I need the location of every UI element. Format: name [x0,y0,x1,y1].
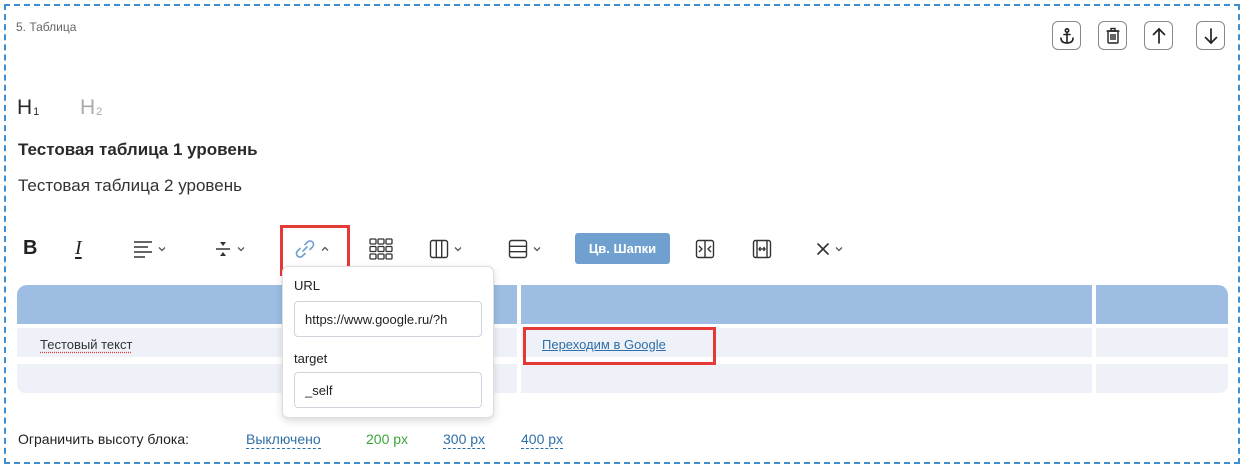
bold-button[interactable]: B [23,237,37,260]
arrow-up-icon [1152,27,1165,44]
split-cells-icon [752,239,772,259]
table-grid-button[interactable] [369,238,393,260]
chevron-down-icon [454,247,462,252]
italic-button[interactable]: I [75,237,82,260]
height-option-200[interactable]: 200 px [366,431,408,449]
block-title: 5. Таблица [16,20,77,34]
trash-icon [1106,27,1119,44]
height-option-off[interactable]: Выключено [246,431,321,449]
table-grid-icon [369,238,393,260]
vertical-align-dropdown[interactable] [214,240,246,258]
table-title-level-2[interactable]: Тестовая таблица 2 уровень [18,176,242,196]
heading-2-button[interactable]: H2 [80,96,102,120]
table-title-level-1[interactable]: Тестовая таблица 1 уровень [18,140,258,160]
delete-button[interactable] [1098,21,1127,50]
table-header-cell-2[interactable] [521,285,1092,324]
heading-2-index: 2 [96,106,103,118]
chevron-down-icon [835,247,843,252]
bold-icon: B [23,237,38,259]
google-link-highlight [523,327,716,365]
table-cell-r2c3[interactable] [1096,364,1228,393]
vertical-align-icon [216,242,230,256]
url-label: URL [294,278,321,293]
columns-icon [429,239,449,259]
cell-text: Тестовый текст [40,337,133,352]
target-input[interactable] [294,372,482,408]
url-input[interactable] [294,301,482,337]
anchor-button[interactable] [1052,21,1081,50]
table-cell-r2c2[interactable] [521,364,1092,393]
height-option-400[interactable]: 400 px [521,431,564,449]
merge-cells-icon [695,239,715,259]
link-popup: URL target [282,266,494,418]
clear-dropdown[interactable] [816,242,844,256]
height-limit-label: Ограничить высоту блока: [18,431,190,447]
chevron-down-icon [237,247,245,252]
heading-1-button[interactable]: H1 [17,96,39,120]
italic-icon: I [75,237,82,259]
heading-1-letter: H [17,96,33,119]
heading-1-index: 1 [33,106,40,118]
close-icon [817,243,829,255]
align-dropdown[interactable] [133,240,167,258]
table-cell-r1c3[interactable] [1096,328,1228,357]
arrow-down-icon [1204,27,1217,44]
heading-2-letter: H [80,96,96,119]
target-label: target [294,351,328,366]
align-icon [134,241,152,258]
chevron-down-icon [533,247,541,252]
table-header-cell-3[interactable] [1096,285,1228,324]
height-option-300[interactable]: 300 px [443,431,486,449]
columns-dropdown[interactable] [429,239,463,259]
chevron-down-icon [158,247,166,252]
rows-dropdown[interactable] [508,239,542,259]
rows-icon [508,239,528,259]
header-color-button[interactable]: Цв. Шапки [575,233,670,264]
split-cells-button[interactable] [752,239,772,259]
anchor-icon [1059,27,1074,44]
move-down-button[interactable] [1196,21,1225,50]
move-up-button[interactable] [1144,21,1173,50]
merge-cells-button[interactable] [695,239,715,259]
